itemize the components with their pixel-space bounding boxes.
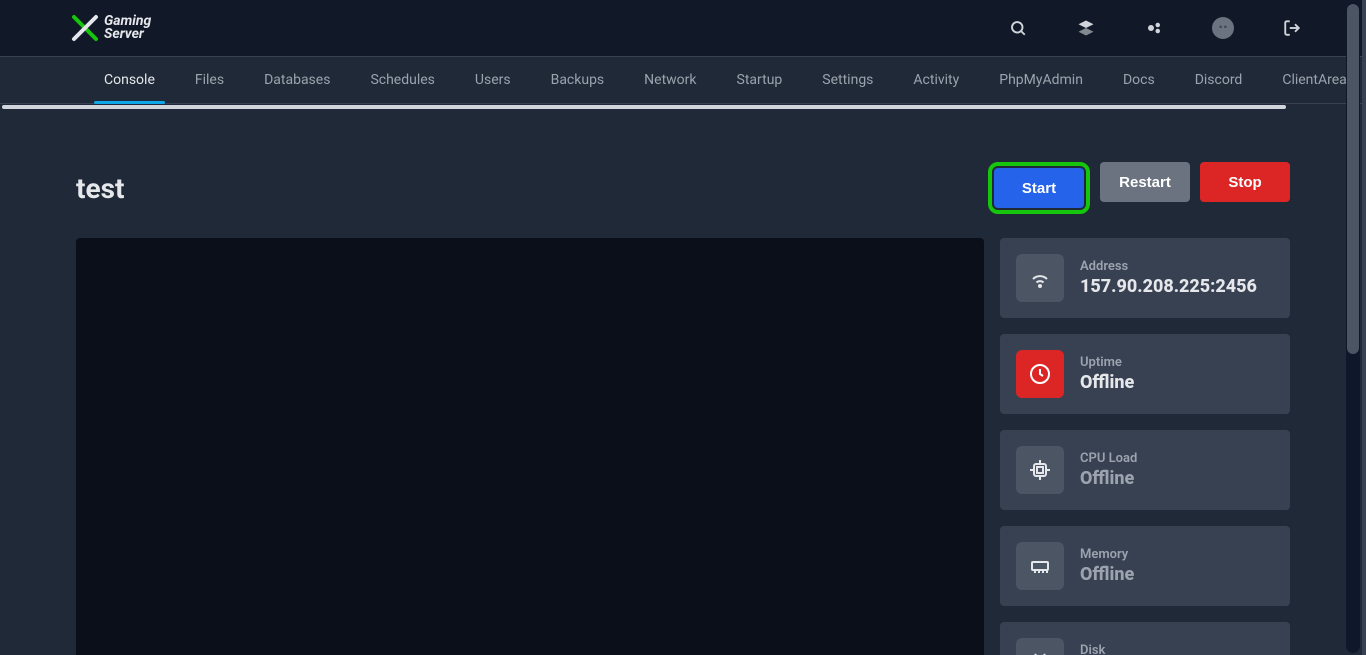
stat-address-value: 157.90.208.225:2456 bbox=[1080, 276, 1257, 297]
vertical-scrollbar-thumb[interactable] bbox=[1347, 4, 1359, 354]
restart-button[interactable]: Restart bbox=[1100, 162, 1190, 202]
avatar[interactable] bbox=[1212, 17, 1234, 39]
console-terminal[interactable] bbox=[76, 238, 984, 655]
tab-phpmyadmin[interactable]: PhpMyAdmin bbox=[979, 56, 1103, 104]
main-row: Address 157.90.208.225:2456 Uptime Offli… bbox=[76, 238, 1290, 655]
search-icon[interactable] bbox=[1008, 18, 1028, 38]
logout-icon[interactable] bbox=[1282, 18, 1302, 38]
tab-users[interactable]: Users bbox=[455, 56, 531, 104]
start-highlight: Start bbox=[988, 162, 1090, 214]
stat-cpu-label: CPU Load bbox=[1080, 451, 1137, 466]
stat-uptime: Uptime Offline bbox=[1000, 334, 1290, 414]
topbar-actions bbox=[1008, 17, 1342, 39]
stat-memory-value: Offline bbox=[1080, 564, 1134, 585]
horizontal-scrollbar[interactable] bbox=[2, 105, 1286, 109]
stat-memory: Memory Offline bbox=[1000, 526, 1290, 606]
logo-line2: Server bbox=[104, 28, 151, 41]
logo-text: Gaming Server bbox=[104, 15, 151, 41]
layers-icon[interactable] bbox=[1076, 18, 1096, 38]
vertical-scrollbar[interactable] bbox=[1346, 2, 1360, 653]
tab-startup[interactable]: Startup bbox=[717, 56, 803, 104]
tab-docs[interactable]: Docs bbox=[1103, 56, 1175, 104]
stat-disk-label: Disk bbox=[1080, 643, 1236, 655]
tab-files[interactable]: Files bbox=[175, 56, 244, 104]
stat-cpu: CPU Load Offline bbox=[1000, 430, 1290, 510]
stat-address-label: Address bbox=[1080, 259, 1257, 274]
tab-backups[interactable]: Backups bbox=[531, 56, 625, 104]
tab-console[interactable]: Console bbox=[84, 56, 175, 104]
brand-logo[interactable]: Gaming Server bbox=[70, 13, 151, 43]
content: test Start Restart Stop Address 157.90.2… bbox=[0, 104, 1366, 655]
title-row: test Start Restart Stop bbox=[76, 162, 1290, 214]
cpu-icon bbox=[1016, 446, 1064, 494]
wifi-icon bbox=[1016, 254, 1064, 302]
stat-uptime-label: Uptime bbox=[1080, 355, 1134, 370]
stats-sidebar: Address 157.90.208.225:2456 Uptime Offli… bbox=[1000, 238, 1290, 655]
page-title: test bbox=[76, 172, 124, 205]
stat-address: Address 157.90.208.225:2456 bbox=[1000, 238, 1290, 318]
topbar: Gaming Server bbox=[0, 0, 1366, 56]
tab-settings[interactable]: Settings bbox=[802, 56, 893, 104]
stat-disk: Disk 200.72 MiB/ 9.79 GiB bbox=[1000, 622, 1290, 655]
logo-mark-icon bbox=[70, 13, 100, 43]
nav-tabs: Console Files Databases Schedules Users … bbox=[0, 56, 1366, 104]
power-buttons: Start Restart Stop bbox=[988, 162, 1290, 214]
clock-icon bbox=[1016, 350, 1064, 398]
settings-icon[interactable] bbox=[1144, 18, 1164, 38]
stat-uptime-value: Offline bbox=[1080, 372, 1134, 393]
tab-schedules[interactable]: Schedules bbox=[350, 56, 454, 104]
tab-discord[interactable]: Discord bbox=[1175, 56, 1263, 104]
memory-icon bbox=[1016, 542, 1064, 590]
disk-icon bbox=[1016, 638, 1064, 655]
window-scrollbar[interactable] bbox=[1362, 0, 1366, 655]
stop-button[interactable]: Stop bbox=[1200, 162, 1290, 202]
start-button[interactable]: Start bbox=[994, 168, 1084, 208]
tab-activity[interactable]: Activity bbox=[893, 56, 979, 104]
tab-network[interactable]: Network bbox=[624, 56, 716, 104]
stat-memory-label: Memory bbox=[1080, 547, 1134, 562]
tab-databases[interactable]: Databases bbox=[244, 56, 350, 104]
stat-cpu-value: Offline bbox=[1080, 468, 1137, 489]
